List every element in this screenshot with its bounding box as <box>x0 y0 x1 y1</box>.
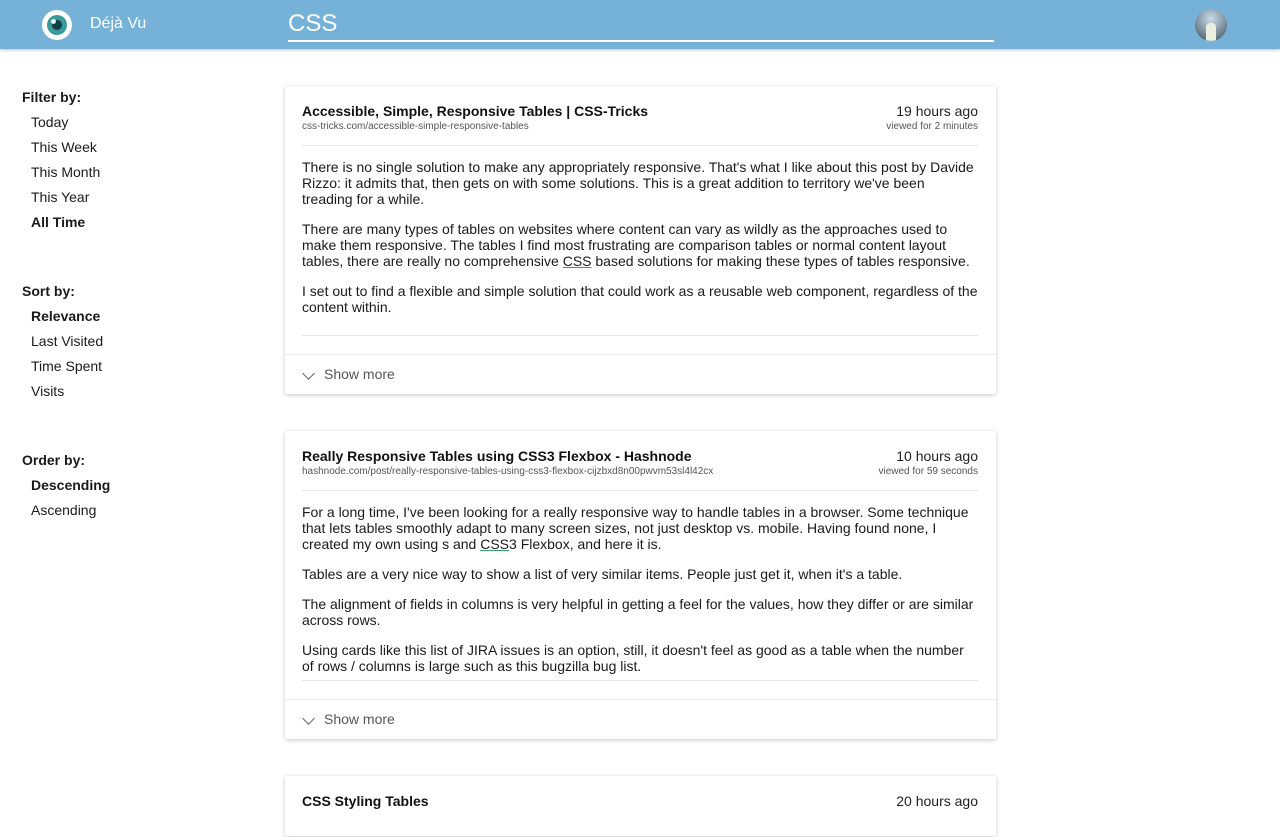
show-more-button[interactable]: Show more <box>302 366 395 386</box>
excerpt-paragraph: Using cards like this list of JIRA issue… <box>302 642 964 674</box>
search-input[interactable] <box>288 8 988 40</box>
user-avatar[interactable] <box>1195 9 1227 41</box>
sort-time-spent[interactable]: Time Spent <box>31 358 102 374</box>
search-box <box>288 8 994 42</box>
card-divider <box>285 354 996 355</box>
order-ascending[interactable]: Ascending <box>31 502 96 518</box>
card-divider <box>302 335 978 336</box>
chevron-down-icon <box>302 367 315 381</box>
result-url[interactable]: css-tricks.com/accessible-simple-respons… <box>302 121 529 132</box>
sort-heading: Sort by: <box>22 283 75 299</box>
chevron-down-icon <box>302 712 315 726</box>
card-divider <box>285 699 996 700</box>
excerpt-paragraph: For a long time, I've been looking for a… <box>302 504 969 552</box>
keyword-highlight: CSS <box>480 536 510 552</box>
card-divider <box>302 680 978 681</box>
filter-all-time[interactable]: All Time <box>31 214 85 230</box>
show-more-button[interactable]: Show more <box>302 711 395 731</box>
result-card: Accessible, Simple, Responsive Tables | … <box>285 86 996 394</box>
card-divider <box>302 145 978 146</box>
result-excerpt: There is no single solution to make any … <box>302 159 978 329</box>
result-time-ago: 20 hours ago <box>896 793 978 809</box>
order-heading: Order by: <box>22 452 86 468</box>
result-card: CSS Styling Tables 20 hours ago <box>285 776 996 836</box>
excerpt-paragraph: There are many types of tables on websit… <box>302 221 970 269</box>
filter-heading: Filter by: <box>22 89 82 105</box>
sort-relevance[interactable]: Relevance <box>31 308 100 324</box>
result-title[interactable]: CSS Styling Tables <box>302 793 429 809</box>
result-time-ago: 10 hours ago <box>896 448 978 464</box>
card-divider <box>302 490 978 491</box>
order-descending[interactable]: Descending <box>31 477 110 493</box>
excerpt-paragraph: Tables are a very nice way to show a lis… <box>302 566 903 582</box>
result-title[interactable]: Accessible, Simple, Responsive Tables | … <box>302 103 648 119</box>
filter-today[interactable]: Today <box>31 114 68 130</box>
result-card: Really Responsive Tables using CSS3 Flex… <box>285 431 996 739</box>
excerpt-paragraph: There is no single solution to make any … <box>302 159 974 207</box>
filter-this-week[interactable]: This Week <box>31 139 97 155</box>
result-time-ago: 19 hours ago <box>896 103 978 119</box>
top-bar: Déjà Vu <box>0 0 1280 49</box>
filter-this-year[interactable]: This Year <box>31 189 89 205</box>
sort-last-visited[interactable]: Last Visited <box>31 333 103 349</box>
result-url[interactable]: hashnode.com/post/really-responsive-tabl… <box>302 466 713 477</box>
result-excerpt: For a long time, I've been looking for a… <box>302 504 978 688</box>
result-viewed-for: viewed for 2 minutes <box>886 121 978 132</box>
card-header: Really Responsive Tables using CSS3 Flex… <box>302 448 978 492</box>
card-header: Accessible, Simple, Responsive Tables | … <box>302 103 978 147</box>
excerpt-paragraph: I set out to find a flexible and simple … <box>302 283 978 315</box>
filter-this-month[interactable]: This Month <box>31 164 100 180</box>
app-name: Déjà Vu <box>90 15 147 32</box>
sort-visits[interactable]: Visits <box>31 383 64 399</box>
result-viewed-for: viewed for 59 seconds <box>878 466 978 477</box>
keyword-highlight: CSS <box>562 253 592 269</box>
eye-logo-icon[interactable] <box>42 10 72 40</box>
result-title[interactable]: Really Responsive Tables using CSS3 Flex… <box>302 448 692 464</box>
excerpt-paragraph: The alignment of fields in columns is ve… <box>302 596 974 628</box>
